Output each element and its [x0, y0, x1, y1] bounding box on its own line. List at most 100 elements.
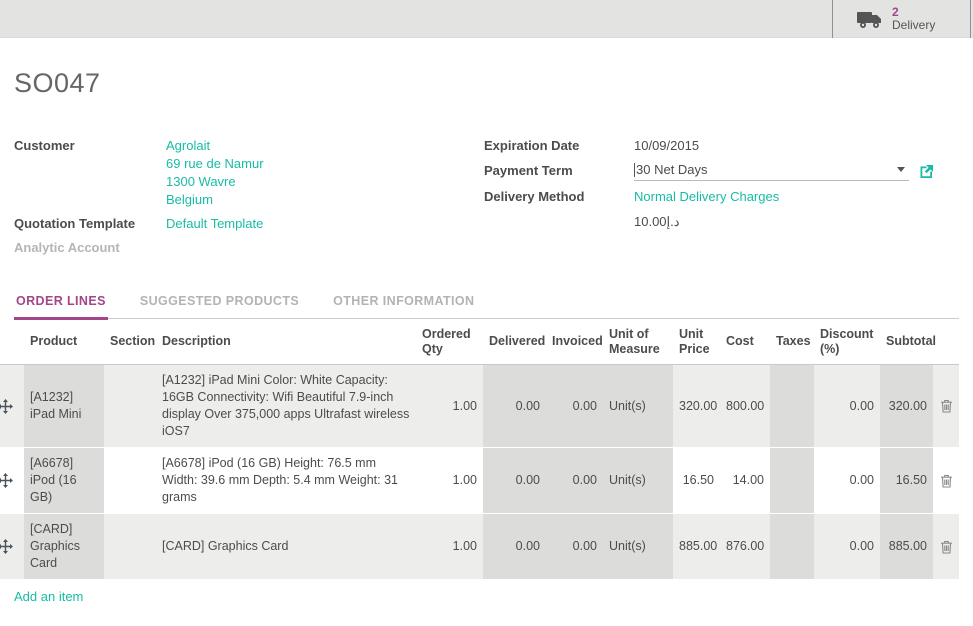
cell-delivered: 0.00	[483, 514, 546, 580]
quotation-template-label: Quotation Template	[14, 215, 166, 233]
cell-cost[interactable]: 876.00	[720, 514, 770, 580]
customer-name-link[interactable]: Agrolait	[166, 137, 264, 155]
customer-label: Customer	[14, 137, 166, 209]
trash-icon[interactable]	[933, 448, 959, 514]
quotation-template-link[interactable]: Default Template	[166, 215, 263, 233]
col-delivered[interactable]: Delivered	[483, 319, 546, 365]
cell-unit-price[interactable]: 16.50	[673, 448, 720, 514]
cell-ordered-qty[interactable]: 1.00	[416, 448, 483, 514]
customer-row: Customer Agrolait 69 rue de Namur 1300 W…	[14, 137, 484, 209]
delivery-method-row: Delivery Method Normal Delivery Charges	[484, 188, 959, 206]
cell-product[interactable]: [A1232] iPad Mini	[24, 365, 104, 448]
expiration-date-row: Expiration Date 10/09/2015	[484, 137, 959, 155]
col-subtotal[interactable]: Subtotal	[880, 319, 933, 365]
payment-term-row: Payment Term 30 Net Days	[484, 162, 959, 181]
cell-unit-of-measure: Unit(s)	[603, 514, 673, 580]
cell-product[interactable]: [A6678] iPod (16 GB)	[24, 448, 104, 514]
cell-product[interactable]: [CARD] Graphics Card	[24, 514, 104, 580]
analytic-account-row: Analytic Account	[14, 239, 484, 257]
col-cost[interactable]: Cost	[720, 319, 770, 365]
external-link-icon[interactable]	[919, 164, 934, 179]
trash-icon[interactable]	[933, 514, 959, 580]
cell-cost[interactable]: 14.00	[720, 448, 770, 514]
drag-handle-icon[interactable]	[0, 365, 24, 448]
col-delete	[933, 319, 959, 365]
cell-invoiced: 0.00	[546, 514, 603, 580]
delivery-stat: 2 Delivery	[892, 6, 935, 32]
customer-country[interactable]: Belgium	[166, 191, 264, 209]
col-handle	[0, 319, 24, 365]
cell-discount[interactable]: 0.00	[814, 514, 880, 580]
table-row[interactable]: [CARD] Graphics Card [CARD] Graphics Car…	[0, 514, 959, 580]
cell-unit-price[interactable]: 885.00	[673, 514, 720, 580]
tab-suggested-products[interactable]: SUGGESTED PRODUCTS	[138, 288, 301, 318]
page-title: SO047	[14, 68, 959, 99]
trash-icon[interactable]	[933, 365, 959, 448]
form-grid: Customer Agrolait 69 rue de Namur 1300 W…	[14, 137, 959, 262]
analytic-account-label: Analytic Account	[14, 239, 166, 257]
col-ordered-qty[interactable]: Ordered Qty	[416, 319, 483, 365]
cell-cost[interactable]: 800.00	[720, 365, 770, 448]
cell-description[interactable]: [A6678] iPod (16 GB) Height: 76.5 mm Wid…	[156, 448, 416, 514]
top-bar: 2 Delivery	[0, 0, 973, 38]
form-left-column: Customer Agrolait 69 rue de Namur 1300 W…	[14, 137, 484, 262]
add-an-item-link[interactable]: Add an item	[14, 589, 83, 604]
cell-delivered: 0.00	[483, 365, 546, 448]
cell-unit-of-measure: Unit(s)	[603, 365, 673, 448]
cell-delivered: 0.00	[483, 448, 546, 514]
col-invoiced[interactable]: Invoiced	[546, 319, 603, 365]
cell-subtotal: 885.00	[880, 514, 933, 580]
col-section[interactable]: Section	[104, 319, 156, 365]
drag-handle-icon[interactable]	[0, 448, 24, 514]
cell-description[interactable]: [A1232] iPad Mini Color: White Capacity:…	[156, 365, 416, 448]
customer-city[interactable]: 1300 Wavre	[166, 173, 264, 191]
notebook-tabs: ORDER LINES SUGGESTED PRODUCTS OTHER INF…	[14, 288, 959, 319]
tab-order-lines[interactable]: ORDER LINES	[14, 288, 108, 320]
table-row[interactable]: [A1232] iPad Mini [A1232] iPad Mini Colo…	[0, 365, 959, 448]
delivery-method-label: Delivery Method	[484, 188, 634, 206]
order-lines-table-wrap: Product Section Description Ordered Qty …	[0, 319, 973, 580]
chevron-down-icon[interactable]	[897, 167, 905, 172]
payment-term-input[interactable]: 30 Net Days	[634, 162, 909, 181]
quotation-template-row: Quotation Template Default Template	[14, 215, 484, 233]
col-unit-price[interactable]: Unit Price	[673, 319, 720, 365]
cell-unit-of-measure: Unit(s)	[603, 448, 673, 514]
delivery-amount: 10.00د.إ	[484, 213, 959, 231]
order-form-sheet: SO047 Customer Agrolait 69 rue de Namur …	[0, 68, 973, 319]
cell-invoiced: 0.00	[546, 448, 603, 514]
expiration-date-label: Expiration Date	[484, 137, 634, 155]
cell-section[interactable]	[104, 448, 156, 514]
text-cursor	[634, 163, 635, 177]
cell-ordered-qty[interactable]: 1.00	[416, 514, 483, 580]
cell-unit-price[interactable]: 320.00	[673, 365, 720, 448]
cell-discount[interactable]: 0.00	[814, 365, 880, 448]
cell-taxes	[770, 448, 814, 514]
customer-street[interactable]: 69 rue de Namur	[166, 155, 264, 173]
form-right-column: Expiration Date 10/09/2015 Payment Term …	[484, 137, 959, 262]
cell-discount[interactable]: 0.00	[814, 448, 880, 514]
order-lines-table: Product Section Description Ordered Qty …	[0, 319, 959, 580]
delivery-smart-button[interactable]: 2 Delivery	[832, 0, 971, 38]
col-product[interactable]: Product	[24, 319, 104, 365]
cell-taxes	[770, 365, 814, 448]
delivery-method-link[interactable]: Normal Delivery Charges	[634, 188, 779, 206]
col-unit-of-measure[interactable]: Unit of Measure	[603, 319, 673, 365]
expiration-date-value[interactable]: 10/09/2015	[634, 137, 699, 155]
cell-section[interactable]	[104, 365, 156, 448]
cell-invoiced: 0.00	[546, 365, 603, 448]
cell-ordered-qty[interactable]: 1.00	[416, 365, 483, 448]
cell-description[interactable]: [CARD] Graphics Card	[156, 514, 416, 580]
payment-term-label: Payment Term	[484, 162, 634, 180]
tab-other-information[interactable]: OTHER INFORMATION	[331, 288, 476, 318]
col-discount[interactable]: Discount (%)	[814, 319, 880, 365]
delivery-label: Delivery	[892, 19, 935, 32]
cell-section[interactable]	[104, 514, 156, 580]
col-description[interactable]: Description	[156, 319, 416, 365]
col-taxes[interactable]: Taxes	[770, 319, 814, 365]
drag-handle-icon[interactable]	[0, 514, 24, 580]
payment-term-widget: 30 Net Days	[634, 162, 934, 181]
table-row[interactable]: [A6678] iPod (16 GB) [A6678] iPod (16 GB…	[0, 448, 959, 514]
truck-icon	[857, 9, 883, 29]
table-header-row: Product Section Description Ordered Qty …	[0, 319, 959, 365]
customer-value: Agrolait 69 rue de Namur 1300 Wavre Belg…	[166, 137, 264, 209]
